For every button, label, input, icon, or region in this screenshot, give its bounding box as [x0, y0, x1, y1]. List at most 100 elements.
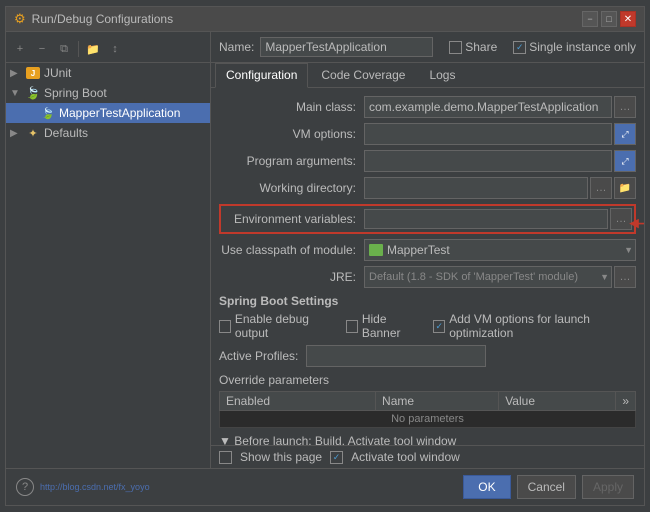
env-vars-row: Environment variables: …: [219, 204, 636, 234]
sort-button[interactable]: ↕: [105, 39, 125, 59]
program-args-expand-button[interactable]: ⤢: [614, 150, 636, 172]
program-args-row: Program arguments: ⤢: [219, 150, 636, 172]
ok-button[interactable]: OK: [463, 475, 510, 499]
col-enabled: Enabled: [220, 392, 376, 411]
tab-code-coverage[interactable]: Code Coverage: [310, 63, 416, 87]
junit-label: JUnit: [44, 66, 71, 80]
junit-icon: J: [25, 66, 41, 80]
vm-options-expand-button[interactable]: ⤢: [614, 123, 636, 145]
app-label: MapperTestApplication: [59, 106, 180, 120]
window-controls: − □ ✕: [582, 11, 636, 27]
working-dir-input[interactable]: [364, 177, 588, 199]
help-button[interactable]: ?: [16, 478, 34, 496]
jre-dropdown-arrow: ▼: [600, 272, 609, 282]
dialog-title: Run/Debug Configurations: [32, 12, 173, 26]
no-params-text: No parameters: [220, 411, 636, 428]
watermark: http://blog.csdn.net/fx_yoyo: [40, 482, 150, 492]
main-class-input[interactable]: [364, 96, 612, 118]
working-dir-row: Working directory: … 📁: [219, 177, 636, 199]
env-vars-input[interactable]: [364, 209, 608, 229]
vm-options-input[interactable]: [364, 123, 612, 145]
main-content: + − ⧉ 📁 ↕ ▶ J JUnit ▼ 🍃 Spring Boot ▶: [6, 32, 644, 468]
title-bar-icon: ⚙: [14, 11, 26, 27]
classpath-value: MapperTest: [387, 243, 450, 257]
vm-options-label: VM options:: [219, 127, 364, 141]
share-label: Share: [465, 40, 497, 54]
jre-row: JRE: Default (1.8 - SDK of 'MapperTest' …: [219, 266, 636, 288]
hide-banner-label: Hide Banner: [362, 312, 422, 340]
single-instance-checkbox[interactable]: [513, 41, 526, 54]
copy-config-button[interactable]: ⧉: [54, 39, 74, 59]
env-vars-button[interactable]: …: [610, 208, 632, 230]
tab-logs[interactable]: Logs: [418, 63, 466, 87]
tree-item-mapper-app[interactable]: ▶ 🍃 MapperTestApplication: [6, 103, 210, 123]
enable-debug-checkbox[interactable]: [219, 320, 231, 333]
title-bar-left: ⚙ Run/Debug Configurations: [14, 11, 173, 27]
defaults-label: Defaults: [44, 126, 88, 140]
hide-banner-item: Hide Banner: [346, 312, 421, 340]
spring-icon: 🍃: [25, 86, 41, 100]
name-input[interactable]: [260, 37, 433, 57]
single-instance-label: Single instance only: [529, 40, 636, 54]
classpath-label: Use classpath of module:: [219, 243, 364, 257]
program-args-input[interactable]: [364, 150, 612, 172]
apply-button[interactable]: Apply: [582, 475, 634, 499]
classpath-select[interactable]: MapperTest ▼: [364, 239, 636, 261]
tree-arrow-junit: ▶: [10, 68, 22, 79]
maximize-button[interactable]: □: [601, 11, 617, 27]
spring-label: Spring Boot: [44, 86, 107, 100]
activate-checkbox[interactable]: [330, 451, 343, 464]
vm-options-row: VM options: ⤢: [219, 123, 636, 145]
tab-configuration[interactable]: Configuration: [215, 63, 308, 88]
remove-config-button[interactable]: −: [32, 39, 52, 59]
working-dir-label: Working directory:: [219, 181, 364, 195]
table-row-empty: No parameters: [220, 411, 636, 428]
col-value: Value: [499, 392, 616, 411]
add-vm-checkbox[interactable]: [433, 320, 445, 333]
folder-button[interactable]: 📁: [83, 39, 103, 59]
left-panel: + − ⧉ 📁 ↕ ▶ J JUnit ▼ 🍃 Spring Boot ▶: [6, 32, 211, 468]
tree-item-spring[interactable]: ▼ 🍃 Spring Boot: [6, 83, 210, 103]
override-title: Override parameters: [219, 373, 636, 387]
spring-settings-title: Spring Boot Settings: [219, 294, 636, 308]
close-button[interactable]: ✕: [620, 11, 636, 27]
active-profiles-input[interactable]: [306, 345, 486, 367]
env-vars-label: Environment variables:: [223, 212, 364, 226]
toolbar-separator: [78, 41, 79, 57]
jre-browse-button[interactable]: …: [614, 266, 636, 288]
activate-label: Activate tool window: [351, 450, 460, 464]
cancel-button[interactable]: Cancel: [517, 475, 576, 499]
config-panel: Main class: … VM options: ⤢ Program argu…: [211, 88, 644, 445]
override-table: Enabled Name Value » No parameters: [219, 391, 636, 428]
tree-arrow-defaults: ▶: [10, 128, 22, 139]
module-icon: [369, 244, 383, 256]
minimize-button[interactable]: −: [582, 11, 598, 27]
hide-banner-checkbox[interactable]: [346, 320, 358, 333]
add-vm-label: Add VM options for launch optimization: [449, 312, 636, 340]
active-profiles-label: Active Profiles:: [219, 349, 298, 363]
col-name: Name: [376, 392, 499, 411]
share-area: Share: [449, 40, 497, 54]
main-class-row: Main class: …: [219, 96, 636, 118]
working-dir-browse-button[interactable]: …: [590, 177, 612, 199]
enable-debug-label: Enable debug output: [235, 312, 334, 340]
program-args-label: Program arguments:: [219, 154, 364, 168]
footer-left: ? http://blog.csdn.net/fx_yoyo: [16, 478, 150, 496]
show-page-label: Show this page: [240, 450, 322, 464]
tree-item-defaults[interactable]: ▶ ✦ Defaults: [6, 123, 210, 143]
working-dir-folder-button[interactable]: 📁: [614, 177, 636, 199]
show-page-checkbox[interactable]: [219, 451, 232, 464]
single-instance-area: Single instance only: [513, 40, 636, 54]
left-toolbar: + − ⧉ 📁 ↕: [6, 36, 210, 63]
jre-select[interactable]: Default (1.8 - SDK of 'MapperTest' modul…: [364, 266, 612, 288]
show-page-row: Show this page Activate tool window: [211, 445, 644, 468]
env-dots-icon: …: [616, 213, 627, 225]
footer: ? http://blog.csdn.net/fx_yoyo OK Cancel…: [6, 468, 644, 505]
add-config-button[interactable]: +: [10, 39, 30, 59]
app-icon: 🍃: [40, 106, 56, 120]
main-class-browse-button[interactable]: …: [614, 96, 636, 118]
classpath-dropdown-arrow: ▼: [624, 245, 633, 255]
share-checkbox[interactable]: [449, 41, 462, 54]
defaults-icon: ✦: [25, 126, 41, 140]
tree-item-junit[interactable]: ▶ J JUnit: [6, 63, 210, 83]
